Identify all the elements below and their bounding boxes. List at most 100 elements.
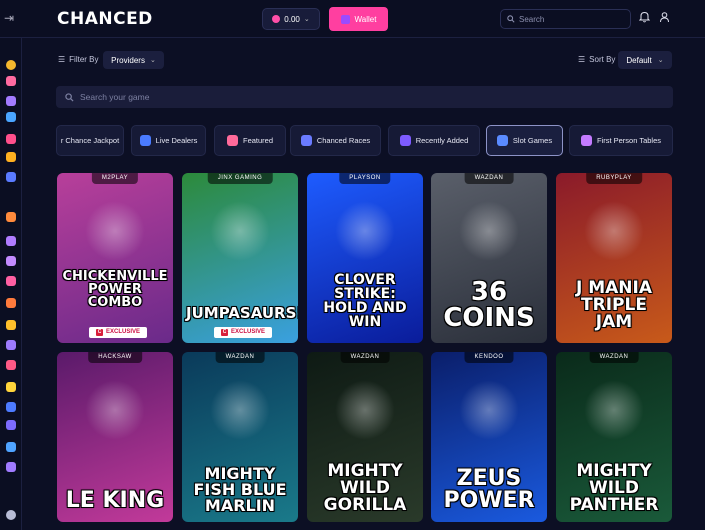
lollipop-icon[interactable] [6,276,16,286]
mask2-icon[interactable] [6,340,16,350]
live-dealers-icon [139,135,151,146]
exclusive-label: EXCLUSIVE [231,329,266,335]
game-artwork [85,380,145,440]
wallet-button[interactable]: Wallet [329,7,388,31]
filter-icon: ☰ [58,55,66,64]
races-icon [300,135,312,146]
provider-label: HACKSAW [88,352,142,363]
filter-by: ☰ Filter By [58,55,99,64]
bell-icon[interactable] [638,11,652,25]
header-search-input[interactable]: Search [500,9,631,29]
exclusive-badge: C EXCLUSIVE [214,327,273,338]
provider-label: WAZDAN [464,173,514,184]
dice-icon[interactable] [6,462,16,472]
providers-label: Providers [111,55,145,65]
exclusive-label: EXCLUSIVE [106,329,141,335]
game-tile[interactable]: PLAYSON CLOVER STRIKE: HOLD AND WIN [307,173,423,343]
rocket-icon[interactable] [6,236,16,246]
chevron-down-icon: ⌄ [149,57,156,64]
game-artwork [459,201,519,261]
game-tile[interactable]: WAZDAN 36 COINS [431,173,547,343]
collapse-sidebar-icon[interactable]: ⇥ [4,11,18,25]
game-title: CLOVER STRIKE: HOLD AND WIN [323,272,407,330]
provider-label: KENDOO [464,352,514,363]
logo[interactable]: CHANCED [57,9,153,29]
tab-label: Slot Games [512,136,553,145]
tab-label: r Chance Jackpot [60,136,120,145]
game-tile[interactable]: JINX GAMING JUMPASAURS! C EXCLUSIVE [182,173,298,343]
tab-live-dealers[interactable]: Live Dealers [131,125,206,156]
chanced-logo-icon: C [221,329,228,336]
recent-icon [399,135,411,146]
tab-slot-games[interactable]: Slot Games [486,125,563,156]
game-title: JUMPASAURS! [186,304,298,322]
game-artwork [210,201,270,261]
search-icon [65,92,74,102]
card-icon[interactable] [6,360,16,370]
home-icon[interactable] [6,76,16,86]
game-tile[interactable]: WAZDAN MIGHTY WILD PANTHER [556,352,672,522]
slot-games-icon [496,135,508,146]
fire-icon[interactable] [6,212,16,222]
game-title: ZEUS POWER [443,466,535,513]
game-title: MIGHTY WILD PANTHER [569,461,659,515]
sort-by-label: Sort By [589,55,616,64]
ticket-gold-icon[interactable] [6,152,16,162]
game-title: CHICKENVILLE POWER COMBO [62,269,168,310]
gift-icon[interactable] [6,112,16,122]
star-icon[interactable] [6,382,16,392]
game-tile[interactable]: WAZDAN MIGHTY FISH BLUE MARLIN [182,352,298,522]
provider-label: JINX GAMING [207,173,273,184]
game-title: MIGHTY FISH BLUE MARLIN [193,464,287,515]
game-title: LE KING [65,488,165,513]
balance-value: 0.00 [284,14,300,24]
filter-by-label: Filter By [69,55,99,64]
game-tile[interactable]: KENDOO ZEUS POWER [431,352,547,522]
flag-icon[interactable] [6,402,16,412]
tab-label: Live Dealers [155,136,198,145]
game-title: 36 COINS [443,277,535,333]
tab-races[interactable]: Chanced Races [290,125,381,156]
chanced-logo-icon: C [96,329,103,336]
chest-icon[interactable] [6,298,16,308]
mask-icon[interactable] [6,134,16,144]
trophy-icon[interactable] [6,320,16,330]
game-artwork [584,380,644,440]
header-search-placeholder: Search [519,14,545,24]
game-tile[interactable]: M2PLAY CHICKENVILLE POWER COMBO C EXCLUSIVE [57,173,173,343]
game-search-placeholder: Search your game [80,92,150,102]
wallet-label: Wallet [354,14,377,24]
game-artwork [335,380,395,440]
provider-label: M2PLAY [91,173,139,184]
tab-featured[interactable]: Featured [214,125,286,156]
cube-icon[interactable] [6,172,16,182]
sort-dropdown[interactable]: Default ⌄ [618,51,672,69]
tab-jackpot[interactable]: r Chance Jackpot [56,125,124,156]
diamond-icon[interactable] [6,256,16,266]
game-artwork [584,201,644,261]
game-artwork [210,380,270,440]
category-tabs: r Chance Jackpot Live Dealers Featured Chan… [56,125,673,156]
chevron-down-icon: ⌄ [303,16,310,23]
providers-dropdown[interactable]: Providers ⌄ [103,51,164,69]
tab-label: First Person Tables [596,136,662,145]
coin-icon[interactable] [6,60,16,70]
game-title: MIGHTY WILD GORILLA [323,461,407,515]
tab-first-person[interactable]: First Person Tables [569,125,673,156]
exclusive-badge: C EXCLUSIVE [89,327,148,338]
balance-button[interactable]: 0.00 ⌄ [262,8,320,30]
top-bar: ⇥ CHANCED 0.00 ⌄ Wallet Search [0,0,705,38]
game-tile[interactable]: WAZDAN MIGHTY WILD GORILLA [307,352,423,522]
tab-recent[interactable]: Recently Added [388,125,480,156]
game-tile[interactable]: HACKSAW LE KING [57,352,173,522]
provider-label: PLAYSON [339,173,391,184]
game-tile[interactable]: RUBYPLAY J MANIA TRIPLE JAM [556,173,672,343]
ticket-icon[interactable] [6,96,16,106]
user-icon[interactable] [659,11,672,25]
slots-icon[interactable] [6,442,16,452]
game-artwork [85,201,145,261]
wallet-icon [340,14,350,24]
refresh-icon[interactable] [6,420,16,430]
headset-icon[interactable] [6,510,16,520]
game-search-input[interactable]: Search your game [56,86,673,108]
